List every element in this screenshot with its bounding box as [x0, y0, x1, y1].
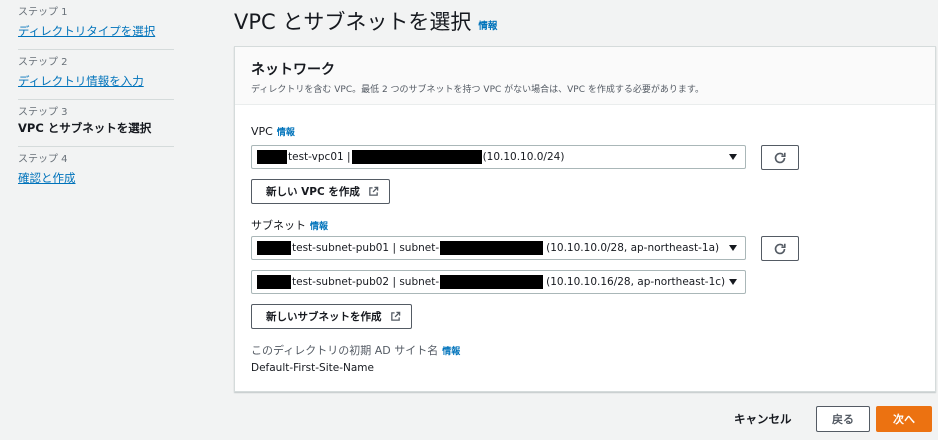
network-title: ネットワーク	[251, 62, 335, 78]
step-link-directory-info[interactable]: ディレクトリ情報を入力	[18, 73, 144, 89]
redacted-block	[257, 241, 291, 255]
new-vpc-button[interactable]: 新しい VPC を作成	[251, 179, 390, 204]
new-vpc-button-label: 新しい VPC を作成	[266, 186, 360, 198]
vpc-select-cidr: (10.10.10.0/24)	[482, 151, 565, 163]
subnet-select-2[interactable]: test-subnet-pub02 | subnet- (10.10.10.16…	[251, 270, 746, 294]
new-subnet-button[interactable]: 新しいサブネットを作成	[251, 304, 412, 329]
step-link-review-create[interactable]: 確認と作成	[18, 170, 76, 186]
caret-down-icon	[729, 245, 737, 251]
step-4: ステップ 4 確認と作成	[18, 147, 174, 196]
page-header: VPC とサブネットを選択 情報	[234, 6, 497, 36]
subnet-label: サブネット	[251, 219, 306, 232]
subnet-info-link[interactable]: 情報	[310, 219, 328, 232]
vpc-refresh-button[interactable]	[761, 145, 799, 170]
page-info-link[interactable]: 情報	[478, 18, 497, 32]
redacted-block	[257, 150, 287, 164]
step-link-directory-type[interactable]: ディレクトリタイプを選択	[18, 23, 155, 39]
refresh-icon	[774, 152, 786, 163]
site-field-label: このディレクトリの初期 AD サイト名 情報	[251, 342, 460, 358]
step-number: ステップ 1	[18, 7, 68, 18]
step-2: ステップ 2 ディレクトリ情報を入力	[18, 50, 174, 100]
refresh-icon	[774, 243, 786, 254]
caret-down-icon	[729, 279, 737, 285]
step-number: ステップ 2	[18, 57, 68, 68]
external-link-icon	[390, 311, 400, 321]
site-value: Default-First-Site-Name	[251, 362, 374, 374]
back-button[interactable]: 戻る	[816, 406, 870, 432]
subnet-2-name: test-subnet-pub02 | subnet-	[292, 276, 440, 288]
vpc-info-link[interactable]: 情報	[277, 125, 295, 138]
subnet-2-detail: (10.10.10.16/28, ap-northeast-1c)	[546, 276, 726, 288]
subnet-field-label: サブネット 情報	[251, 217, 328, 233]
subnet-select-1[interactable]: test-subnet-pub01 | subnet- (10.10.10.0/…	[251, 236, 746, 260]
next-button[interactable]: 次へ	[876, 406, 932, 432]
site-info-link[interactable]: 情報	[442, 344, 460, 357]
redacted-block	[440, 275, 544, 289]
vpc-select-name: test-vpc01 |	[288, 151, 351, 163]
vpc-field-label: VPC 情報	[251, 125, 295, 138]
caret-down-icon	[729, 154, 737, 160]
network-description: ディレクトリを含む VPC。最低 2 つのサブネットを持つ VPC がない場合は…	[251, 85, 704, 95]
site-label: このディレクトリの初期 AD サイト名	[251, 344, 439, 357]
redacted-block	[351, 150, 482, 164]
subnet-refresh-button[interactable]	[761, 236, 799, 261]
vpc-label: VPC	[251, 125, 273, 138]
step-1: ステップ 1 ディレクトリタイプを選択	[18, 0, 174, 50]
cancel-button[interactable]: キャンセル	[734, 411, 792, 427]
step-current-vpc-subnet: VPC とサブネットを選択	[18, 121, 152, 135]
step-3: ステップ 3 VPC とサブネットを選択	[18, 100, 174, 147]
page-title: VPC とサブネットを選択	[234, 10, 472, 34]
network-panel-header: ネットワーク ディレクトリを含む VPC。最低 2 つのサブネットを持つ VPC…	[235, 47, 935, 105]
step-number: ステップ 3	[18, 107, 68, 118]
redacted-block	[440, 241, 544, 255]
step-number: ステップ 4	[18, 154, 68, 165]
external-link-icon	[369, 186, 379, 196]
new-subnet-button-label: 新しいサブネットを作成	[266, 311, 382, 323]
redacted-block	[257, 275, 291, 289]
wizard-steps: ステップ 1 ディレクトリタイプを選択 ステップ 2 ディレクトリ情報を入力 ス…	[18, 0, 174, 196]
subnet-1-detail: (10.10.10.0/28, ap-northeast-1a)	[546, 242, 720, 254]
vpc-select[interactable]: test-vpc01 | (10.10.10.0/24)	[251, 145, 746, 169]
network-panel: ネットワーク ディレクトリを含む VPC。最低 2 つのサブネットを持つ VPC…	[234, 46, 936, 392]
subnet-1-name: test-subnet-pub01 | subnet-	[292, 242, 440, 254]
